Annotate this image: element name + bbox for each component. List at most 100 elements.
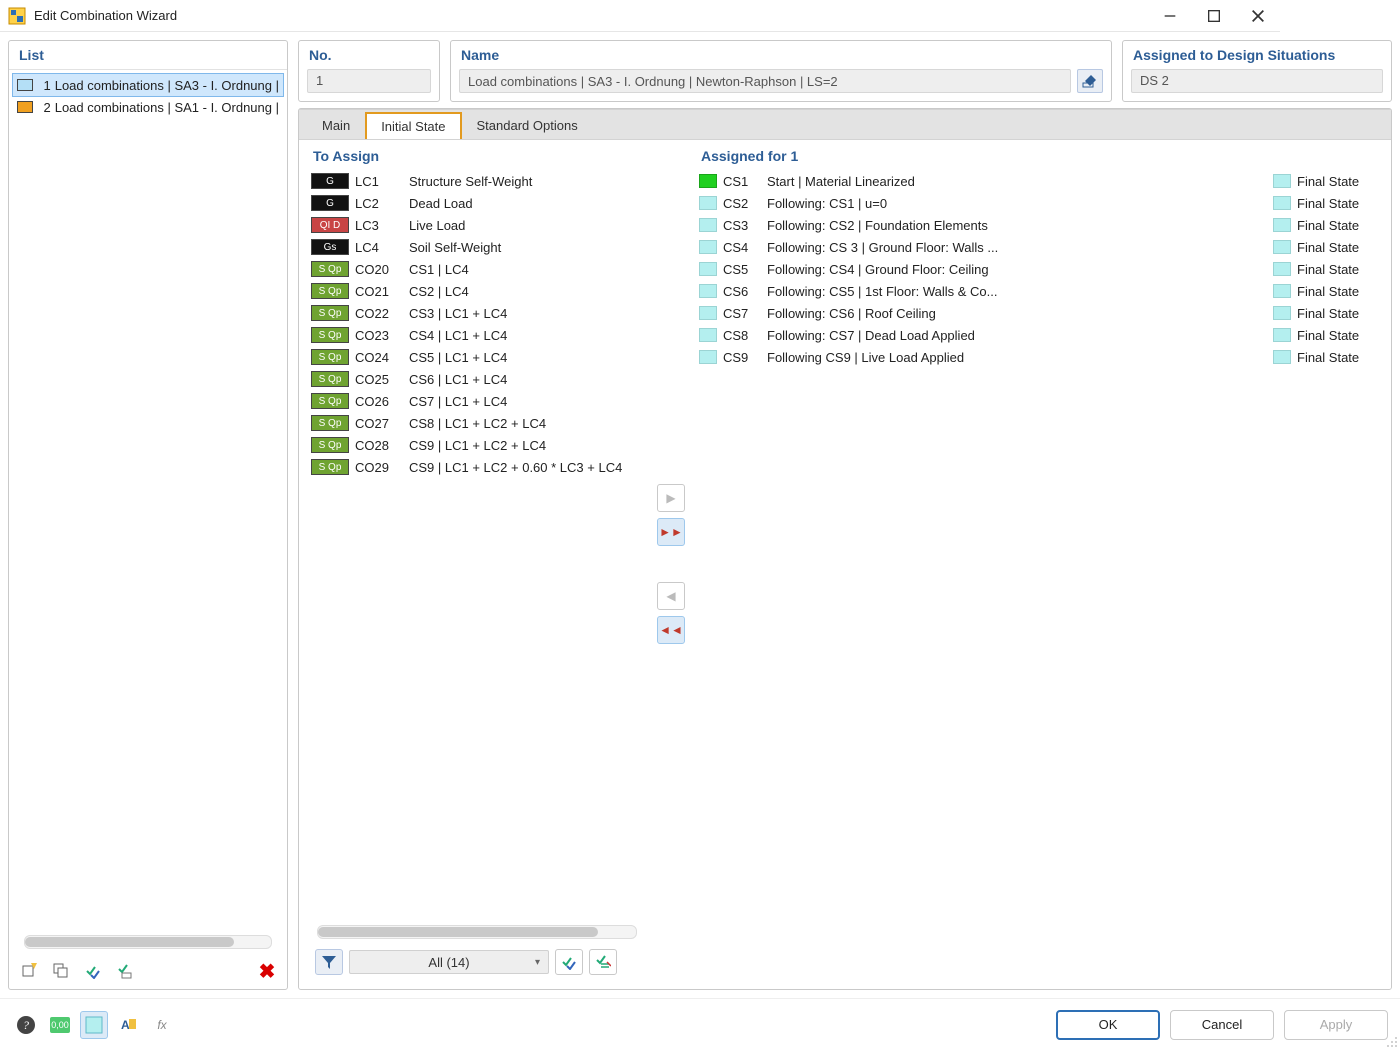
row-tag: S Qp xyxy=(311,261,349,277)
row-tag: S Qp xyxy=(311,283,349,299)
close-button[interactable] xyxy=(1236,0,1280,32)
text-format-button[interactable]: A xyxy=(114,1011,142,1039)
assigned-row[interactable]: CS1Start | Material LinearizedFinal Stat… xyxy=(695,170,1383,192)
tab-bar: MainInitial StateStandard Options xyxy=(299,109,1391,139)
final-state-label: Final State xyxy=(1297,350,1379,365)
to-assign-row[interactable]: S QpCO26CS7 | LC1 + LC4 xyxy=(307,390,647,412)
list-item[interactable]: 2Load combinations | SA1 - I. Ordnung | xyxy=(13,96,283,118)
ds-input[interactable]: DS 2 xyxy=(1131,69,1383,93)
row-desc: CS1 | LC4 xyxy=(409,262,643,277)
uncheck-all-button[interactable] xyxy=(589,949,617,975)
delete-item-button[interactable]: ✖ xyxy=(253,957,281,985)
assigned-row[interactable]: CS6Following: CS5 | 1st Floor: Walls & C… xyxy=(695,280,1383,302)
resize-grip-icon[interactable] xyxy=(1384,1034,1398,1048)
assigned-row[interactable]: CS5Following: CS4 | Ground Floor: Ceilin… xyxy=(695,258,1383,280)
final-state-swatch xyxy=(1273,306,1291,320)
assigned-row[interactable]: CS7Following: CS6 | Roof CeilingFinal St… xyxy=(695,302,1383,324)
move-all-right-button[interactable]: ►► xyxy=(657,518,685,546)
final-state-label: Final State xyxy=(1297,218,1379,233)
row-desc: CS8 | LC1 + LC2 + LC4 xyxy=(409,416,643,431)
edit-name-button[interactable] xyxy=(1077,69,1103,93)
assigned-row[interactable]: CS3Following: CS2 | Foundation Elements F… xyxy=(695,214,1383,236)
to-assign-row[interactable]: S QpCO22CS3 | LC1 + LC4 xyxy=(307,302,647,324)
row-code: LC3 xyxy=(355,218,409,233)
to-assign-row[interactable]: S Qp CO20CS1 | LC4 xyxy=(307,258,647,280)
to-assign-row[interactable]: GsLC4Soil Self-Weight xyxy=(307,236,647,258)
filter-icon[interactable] xyxy=(315,949,343,975)
tab-standard-options[interactable]: Standard Options xyxy=(462,112,593,139)
row-code: LC2 xyxy=(355,196,409,211)
row-tag: S Qp xyxy=(311,415,349,431)
tab-initial-state[interactable]: Initial State xyxy=(365,112,461,139)
list-toolbar: ✖ xyxy=(9,953,287,989)
copy-item-button[interactable] xyxy=(47,957,75,985)
select-all-button[interactable] xyxy=(79,957,107,985)
row-tag: S Qp xyxy=(311,349,349,365)
to-assign-row[interactable]: S QpCO28CS9 | LC1 + LC2 + LC4 xyxy=(307,434,647,456)
row-code: CO24 xyxy=(355,350,409,365)
row-code: CO20 xyxy=(355,262,409,277)
no-field-box: No. 1 xyxy=(298,40,440,102)
to-assign-row[interactable]: S Qp CO29CS9 | LC1 + LC2 + 0.60 * LC3 + L… xyxy=(307,456,647,478)
color-button[interactable] xyxy=(80,1011,108,1039)
row-code: CS3 xyxy=(723,218,767,233)
assigned-panel: Assigned for 1 CS1Start | Material Linea… xyxy=(695,146,1383,981)
tab-main[interactable]: Main xyxy=(307,112,365,139)
svg-text:A: A xyxy=(121,1018,130,1032)
row-desc: Structure Self-Weight xyxy=(409,174,643,189)
filter-dropdown[interactable]: All (14) ▾ xyxy=(349,950,549,974)
row-desc: Following CS9 | Live Load Applied xyxy=(767,350,1263,365)
minimize-button[interactable] xyxy=(1148,0,1192,32)
row-code: CO27 xyxy=(355,416,409,431)
maximize-button[interactable] xyxy=(1192,0,1236,32)
final-state-label: Final State xyxy=(1297,328,1379,343)
check-all-button[interactable] xyxy=(555,949,583,975)
to-assign-row[interactable]: S QpCO21CS2 | LC4 xyxy=(307,280,647,302)
no-input[interactable]: 1 xyxy=(307,69,431,93)
row-code: CO29 xyxy=(355,460,409,475)
to-assign-row[interactable]: S QpCO24CS5 | LC1 + LC4 xyxy=(307,346,647,368)
to-assign-header: To Assign xyxy=(307,146,647,170)
move-left-button[interactable]: ◀ xyxy=(657,582,685,610)
ds-field-box: Assigned to Design Situations DS 2 xyxy=(1122,40,1392,102)
row-code: CO28 xyxy=(355,438,409,453)
transfer-buttons: ▶ ►► ◀ ◄◄ xyxy=(653,146,689,981)
row-tag: Gs xyxy=(311,239,349,255)
list-item[interactable]: 1Load combinations | SA3 - I. Ordnung | xyxy=(13,74,283,96)
assigned-list[interactable]: CS1Start | Material LinearizedFinal Stat… xyxy=(695,170,1383,981)
list-header: List xyxy=(9,41,287,70)
to-assign-row[interactable]: GLC1Structure Self-Weight xyxy=(307,170,647,192)
assigned-row[interactable]: CS8Following: CS7 | Dead Load AppliedFin… xyxy=(695,324,1383,346)
filter-text: All (14) xyxy=(428,955,469,970)
name-input[interactable]: Load combinations | SA3 - I. Ordnung | N… xyxy=(459,69,1071,93)
assigned-row[interactable]: CS9Following CS9 | Live Load AppliedFina… xyxy=(695,346,1383,368)
units-button[interactable]: 0,00 xyxy=(46,1011,74,1039)
to-assign-panel: To Assign GLC1Structure Self-WeightGLC2D… xyxy=(307,146,647,981)
to-assign-row[interactable]: QI DLC3Live Load xyxy=(307,214,647,236)
assigned-row[interactable]: CS2Following: CS1 | u=0Final State xyxy=(695,192,1383,214)
to-assign-h-scroll[interactable] xyxy=(317,925,637,939)
row-desc: Following: CS 3 | Ground Floor: Walls ..… xyxy=(767,240,1263,255)
to-assign-row[interactable]: S QpCO23CS4 | LC1 + LC4 xyxy=(307,324,647,346)
cancel-button[interactable]: Cancel xyxy=(1170,1010,1274,1040)
assigned-row[interactable]: CS4Following: CS 3 | Ground Floor: Walls… xyxy=(695,236,1383,258)
deselect-all-button[interactable] xyxy=(111,957,139,985)
move-right-button[interactable]: ▶ xyxy=(657,484,685,512)
ok-button[interactable]: OK xyxy=(1056,1010,1160,1040)
formula-button[interactable]: fx xyxy=(148,1011,176,1039)
to-assign-list[interactable]: GLC1Structure Self-WeightGLC2Dead LoadQI… xyxy=(307,170,647,921)
list-panel: List 1Load combinations | SA3 - I. Ordnu… xyxy=(8,40,288,990)
to-assign-row[interactable]: S QpCO25CS6 | LC1 + LC4 xyxy=(307,368,647,390)
row-desc: CS9 | LC1 + LC2 + 0.60 * LC3 + LC4 xyxy=(409,460,643,475)
to-assign-row[interactable]: S Qp CO27CS8 | LC1 + LC2 + LC4 xyxy=(307,412,647,434)
new-item-button[interactable] xyxy=(15,957,43,985)
row-desc: Following: CS2 | Foundation Elements xyxy=(767,218,1263,233)
row-swatch xyxy=(699,196,717,210)
to-assign-row[interactable]: GLC2Dead Load xyxy=(307,192,647,214)
apply-button[interactable]: Apply xyxy=(1284,1010,1388,1040)
final-state-swatch xyxy=(1273,196,1291,210)
list-h-scroll[interactable] xyxy=(24,935,272,949)
help-button[interactable]: ? xyxy=(12,1011,40,1039)
move-all-left-button[interactable]: ◄◄ xyxy=(657,616,685,644)
row-tag: S Qp xyxy=(311,459,349,475)
